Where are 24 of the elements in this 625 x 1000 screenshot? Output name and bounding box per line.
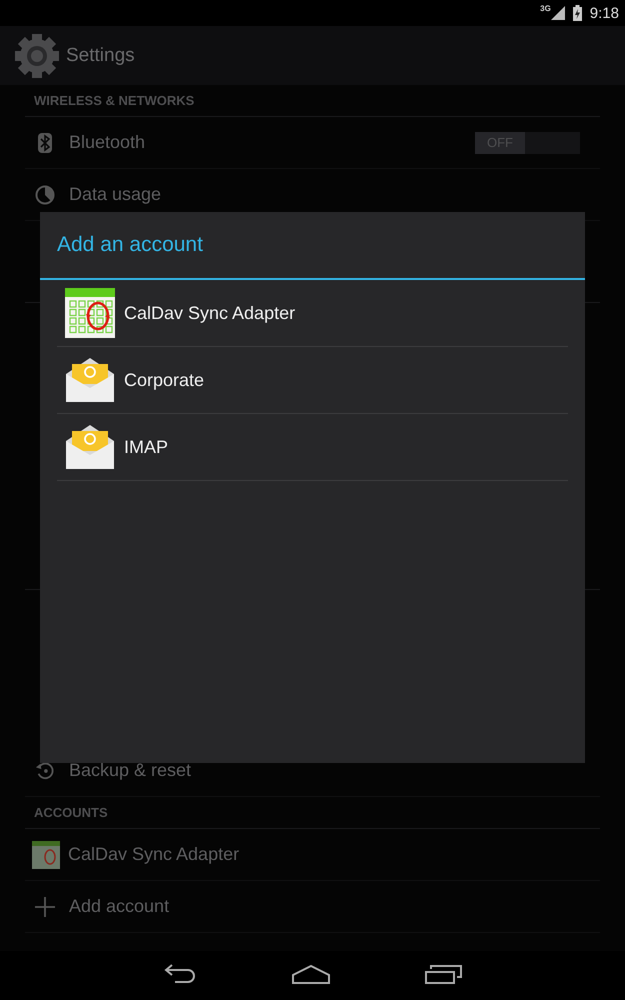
settings-icon xyxy=(14,32,60,78)
home-button[interactable] xyxy=(292,964,330,984)
battery-icon xyxy=(572,5,582,21)
screen-title: Settings xyxy=(66,44,135,66)
network-type-label: 3G xyxy=(540,4,551,13)
pie-chart-icon xyxy=(35,184,55,204)
recent-apps-button[interactable] xyxy=(424,964,462,984)
calendar-sync-icon xyxy=(32,840,60,868)
settings-item[interactable]: Add account xyxy=(25,881,600,933)
plus-icon xyxy=(35,896,55,918)
signal-icon xyxy=(550,6,565,20)
section-header: ACCOUNTS xyxy=(25,797,600,829)
account-item[interactable]: CalDav Sync Adapter xyxy=(25,829,600,881)
account-type-item[interactable]: Corporate xyxy=(57,347,568,414)
account-type-item[interactable]: CalDav Sync Adapter xyxy=(57,280,568,347)
clock: 9:18 xyxy=(590,4,619,22)
bluetooth-icon xyxy=(35,132,55,152)
account-type-item[interactable]: IMAP xyxy=(57,414,568,481)
calendar-sync-icon xyxy=(65,288,115,338)
envelope-icon xyxy=(65,358,115,402)
envelope-icon xyxy=(65,425,115,469)
back-button[interactable] xyxy=(162,964,196,984)
dialog-title: Add an account xyxy=(56,232,204,258)
section-header: WIRELESS & NETWORKS xyxy=(25,85,600,117)
